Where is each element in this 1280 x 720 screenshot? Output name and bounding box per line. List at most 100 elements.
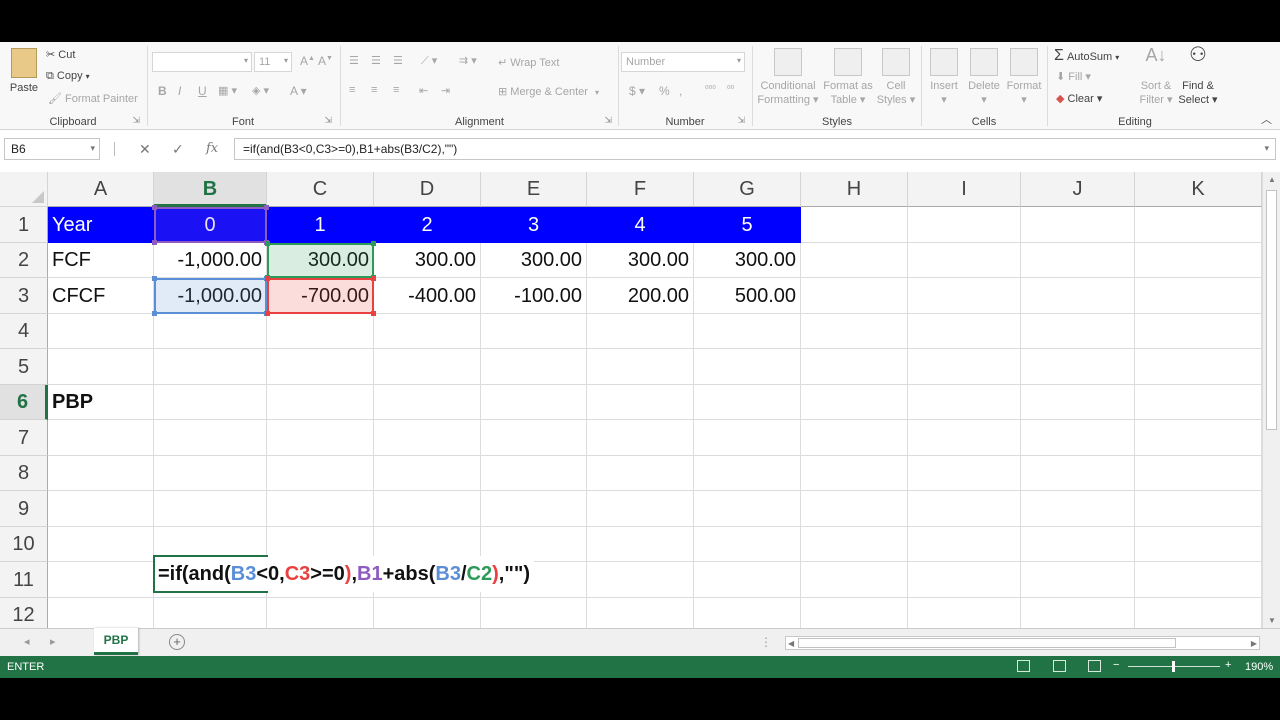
x-icon[interactable]: ✕ (139, 141, 151, 158)
cell-f3[interactable]: 200.00 (587, 278, 694, 314)
cell-d6[interactable] (374, 385, 481, 420)
cell-i7[interactable] (908, 420, 1021, 456)
fx-icon[interactable]: fx (206, 141, 218, 156)
cell-c8[interactable] (267, 456, 374, 491)
reference-handle[interactable] (371, 276, 376, 281)
row-header-3[interactable]: 3 (0, 278, 48, 314)
align-left-icon[interactable]: ≡ (349, 84, 355, 96)
cell-i11[interactable] (908, 562, 1021, 598)
row-header-4[interactable]: 4 (0, 314, 48, 349)
reference-handle[interactable] (371, 311, 376, 316)
normal-view-icon[interactable] (1017, 660, 1030, 672)
cell-f6[interactable] (587, 385, 694, 420)
horizontal-scrollbar[interactable]: ◀ ▶ (785, 636, 1260, 650)
cell-j2[interactable] (1021, 243, 1135, 278)
align-top-icon[interactable]: ☰ (349, 54, 359, 67)
cell-k1[interactable] (1135, 207, 1262, 243)
cell-h1[interactable] (801, 207, 908, 243)
fill-color-button[interactable]: ◈ ▾ (252, 84, 269, 97)
cell-b2[interactable]: -1,000.00 (154, 243, 267, 278)
cell-e1[interactable]: 3 (481, 207, 587, 243)
bold-button[interactable]: B (158, 84, 167, 98)
cell-d4[interactable] (374, 314, 481, 349)
cell-h2[interactable] (801, 243, 908, 278)
cell-e5[interactable] (481, 349, 587, 385)
copy-button[interactable]: ⧉ Copy ▾ (46, 70, 90, 83)
cell-f9[interactable] (587, 491, 694, 527)
row-header-2[interactable]: 2 (0, 243, 48, 278)
percent-button[interactable]: % (659, 84, 670, 98)
column-header-j[interactable]: J (1021, 172, 1135, 207)
cell-editor[interactable]: =if(and(B3<0,C3>=0),B1+abs(B3/C2),"") (154, 556, 534, 592)
cell-d8[interactable] (374, 456, 481, 491)
cell-f2[interactable]: 300.00 (587, 243, 694, 278)
paste-button[interactable]: Paste (6, 48, 42, 95)
zoom-in-icon[interactable]: + (1225, 659, 1231, 671)
cell-h3[interactable] (801, 278, 908, 314)
column-header-g[interactable]: G (694, 172, 801, 207)
cell-f4[interactable] (587, 314, 694, 349)
cell-c12[interactable] (267, 598, 374, 628)
scroll-thumb[interactable] (1266, 190, 1277, 430)
cell-h4[interactable] (801, 314, 908, 349)
cell-g4[interactable] (694, 314, 801, 349)
cell-j10[interactable] (1021, 527, 1135, 562)
dialog-launcher-icon[interactable]: ⇲ (324, 115, 332, 126)
cell-f12[interactable] (587, 598, 694, 628)
cell-k9[interactable] (1135, 491, 1262, 527)
row-header-7[interactable]: 7 (0, 420, 48, 456)
cell-a7[interactable] (48, 420, 154, 456)
decrease-indent-icon[interactable]: ⇤ (419, 84, 428, 97)
cell-j5[interactable] (1021, 349, 1135, 385)
increase-indent-icon[interactable]: ⇥ (441, 84, 450, 97)
cell-d12[interactable] (374, 598, 481, 628)
row-header-9[interactable]: 9 (0, 491, 48, 527)
formula-input[interactable]: =if(and(B3<0,C3>=0),B1+abs(B3/C2),"") ▾ (234, 138, 1276, 160)
cell-b7[interactable] (154, 420, 267, 456)
cell-c9[interactable] (267, 491, 374, 527)
vertical-scrollbar[interactable]: ▲ ▼ (1262, 172, 1280, 628)
font-color-button[interactable]: A ▾ (290, 84, 307, 98)
cell-j8[interactable] (1021, 456, 1135, 491)
reference-handle[interactable] (152, 276, 157, 281)
page-layout-icon[interactable] (1053, 660, 1066, 672)
cell-c2[interactable]: 300.00 (267, 243, 374, 278)
number-format-combo[interactable]: Number ▾ (621, 52, 745, 72)
reference-handle[interactable] (152, 205, 157, 210)
column-header-f[interactable]: F (587, 172, 694, 207)
cell-h6[interactable] (801, 385, 908, 420)
cell-i1[interactable] (908, 207, 1021, 243)
row-header-6[interactable]: 6 (0, 385, 48, 420)
cell-f7[interactable] (587, 420, 694, 456)
column-header-b[interactable]: B (154, 172, 267, 207)
cell-k2[interactable] (1135, 243, 1262, 278)
cell-c4[interactable] (267, 314, 374, 349)
cell-j11[interactable] (1021, 562, 1135, 598)
cell-g9[interactable] (694, 491, 801, 527)
reference-handle[interactable] (265, 241, 270, 246)
cell-k11[interactable] (1135, 562, 1262, 598)
next-sheet-icon[interactable]: ▸ (50, 635, 56, 648)
scroll-thumb[interactable] (798, 638, 1176, 648)
cell-b1[interactable]: 0 (154, 207, 267, 243)
cell-i8[interactable] (908, 456, 1021, 491)
cell-b12[interactable] (154, 598, 267, 628)
cell-a12[interactable] (48, 598, 154, 628)
column-header-e[interactable]: E (481, 172, 587, 207)
cell-j1[interactable] (1021, 207, 1135, 243)
dialog-launcher-icon[interactable]: ⇲ (737, 115, 745, 126)
autosum-button[interactable]: Σ AutoSum ▾ (1054, 47, 1119, 65)
cell-b9[interactable] (154, 491, 267, 527)
row-header-8[interactable]: 8 (0, 456, 48, 491)
more-icon[interactable]: ⋮ (760, 635, 772, 649)
cell-k6[interactable] (1135, 385, 1262, 420)
column-header-h[interactable]: H (801, 172, 908, 207)
cell-i4[interactable] (908, 314, 1021, 349)
cell-c7[interactable] (267, 420, 374, 456)
underline-button[interactable]: U (198, 84, 207, 98)
row-header-10[interactable]: 10 (0, 527, 48, 562)
cell-b8[interactable] (154, 456, 267, 491)
cell-k3[interactable] (1135, 278, 1262, 314)
reference-handle[interactable] (265, 311, 270, 316)
cell-j7[interactable] (1021, 420, 1135, 456)
